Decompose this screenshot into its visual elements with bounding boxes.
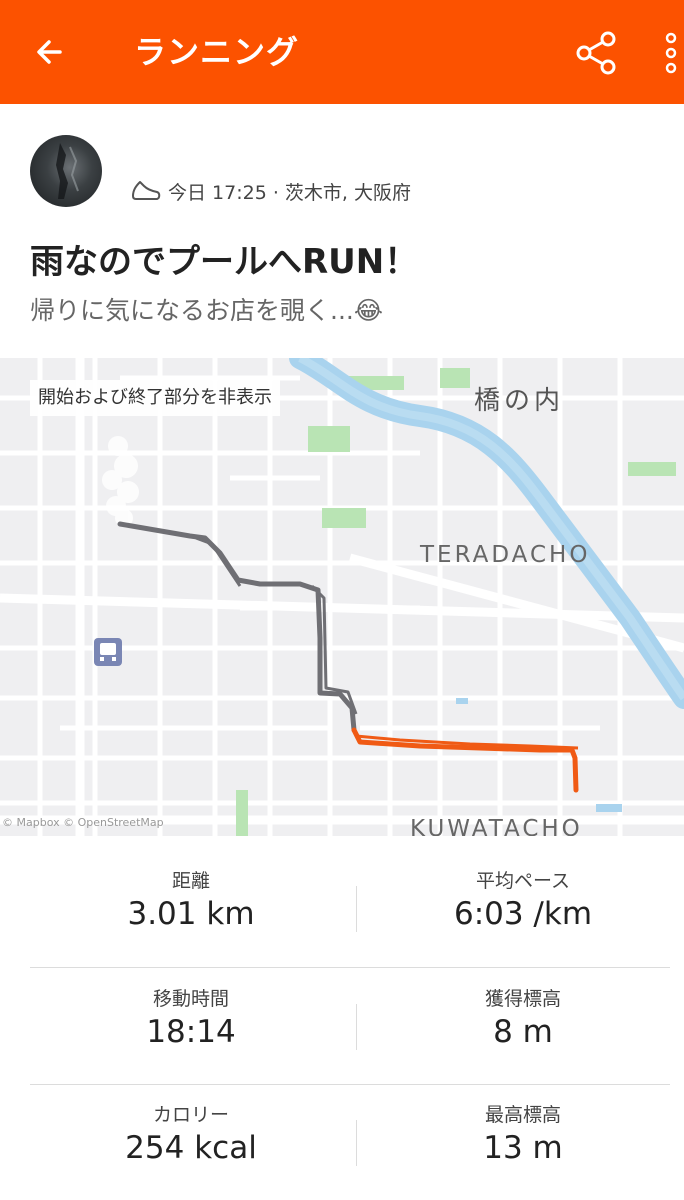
avatar[interactable] [30, 135, 102, 207]
stat-max-elevation: 最高標高 13 m [352, 1070, 684, 1187]
screen-title: ランニング [134, 33, 300, 71]
app-bar: ランニング [0, 0, 684, 104]
stat-elevation-gain: 獲得標高 8 m [352, 954, 684, 1071]
map-canvas [0, 358, 684, 836]
stat-value: 254 kcal [125, 1130, 257, 1166]
activity-description: 帰りに気になるお店を覗く...😂 [30, 296, 384, 325]
more-vertical-icon[interactable] [658, 28, 684, 78]
activity-stats: 距離 3.01 km 平均ペース 6:03 /km 移動時間 18:14 獲得標… [0, 836, 684, 1200]
hidden-start-end-badge: 開始および終了部分を非表示 [30, 380, 280, 416]
stat-value: 8 m [493, 1014, 553, 1050]
stat-label: 移動時間 [152, 988, 229, 1010]
back-arrow-icon[interactable] [28, 30, 72, 74]
stat-value: 18:14 [146, 1014, 236, 1050]
map-label-teradacho: TERADACHO [420, 542, 591, 568]
stat-row: カロリー 254 kcal 最高標高 13 m [0, 1070, 684, 1187]
map-label-hashinouchi: 橋の内 [474, 386, 565, 416]
stat-label: 最高標高 [484, 1104, 561, 1126]
share-icon[interactable] [574, 30, 620, 76]
stat-moving-time: 移動時間 18:14 [20, 954, 362, 1071]
map-attribution: © Mapbox © OpenStreetMap [2, 816, 164, 829]
train-station-icon [94, 638, 122, 666]
stat-value: 6:03 /km [453, 896, 593, 932]
shoe-icon [130, 178, 162, 204]
route-map[interactable]: 開始および終了部分を非表示 橋の内 TERADACHO KUWATACHO © … [0, 358, 684, 836]
stat-label: カロリー [152, 1104, 229, 1126]
activity-meta: 今日 17:25 · 茨木市, 大阪府 [130, 174, 411, 208]
stat-label: 平均ペース [475, 870, 571, 892]
activity-time-location: 今日 17:25 · 茨木市, 大阪府 [168, 181, 411, 204]
stat-row: 距離 3.01 km 平均ペース 6:03 /km [0, 836, 684, 953]
stat-value: 3.01 km [127, 896, 255, 932]
stat-label: 距離 [171, 870, 210, 892]
stat-value: 13 m [483, 1130, 563, 1166]
stat-row: 移動時間 18:14 獲得標高 8 m [0, 954, 684, 1071]
map-label-kuwatacho: KUWATACHO [410, 816, 583, 836]
activity-title: 雨なのでプールへRUN！ [30, 242, 419, 282]
stat-label: 獲得標高 [484, 988, 561, 1010]
stat-distance: 距離 3.01 km [20, 836, 362, 953]
stat-calories: カロリー 254 kcal [20, 1070, 362, 1187]
stat-avg-pace: 平均ペース 6:03 /km [352, 836, 684, 953]
